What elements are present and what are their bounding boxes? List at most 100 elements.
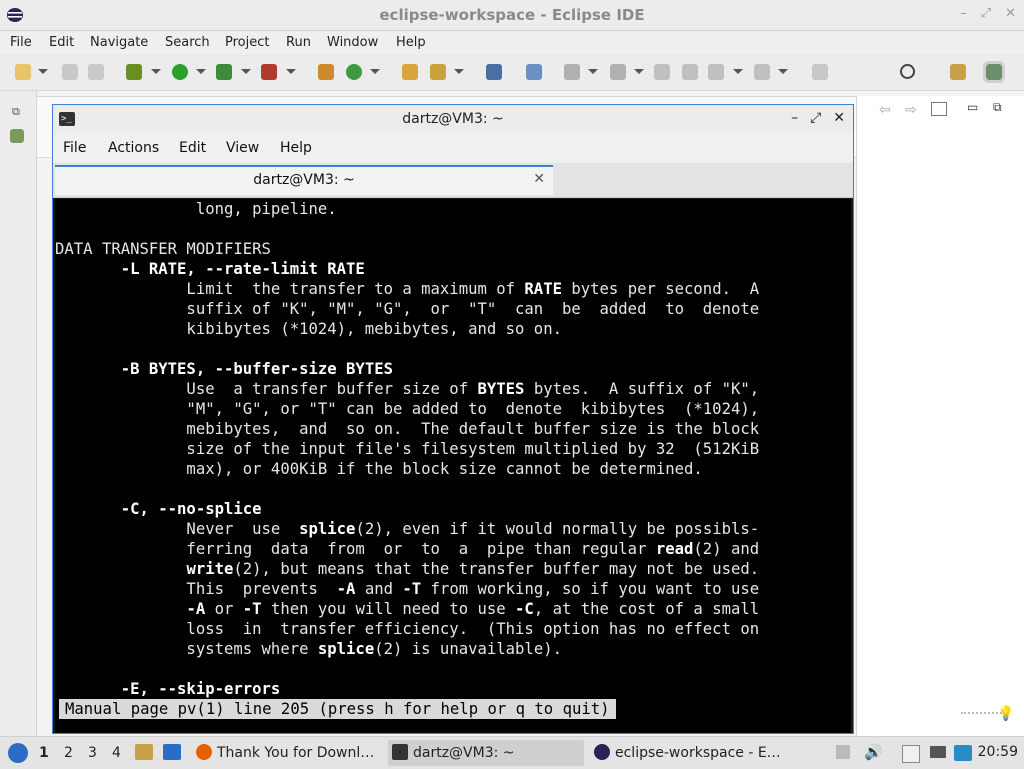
- close-tab-icon[interactable]: ✕: [533, 171, 545, 187]
- open-type-icon[interactable]: [402, 64, 418, 80]
- next-annotation-icon[interactable]: [564, 64, 580, 80]
- menu-run[interactable]: Run: [286, 35, 311, 50]
- man-page-text-segment: max), or 400KiB if the block size cannot…: [55, 460, 703, 478]
- java-perspective-icon[interactable]: [983, 61, 1005, 83]
- terminal-menu-help[interactable]: Help: [280, 140, 312, 156]
- network-icon[interactable]: [954, 745, 972, 761]
- clock[interactable]: 20:59: [978, 744, 1018, 760]
- terminal-menu-view[interactable]: View: [226, 140, 259, 156]
- dropdown-arrow-icon[interactable]: [634, 69, 644, 74]
- man-page-text-segment: from working, so if you want to use: [421, 580, 760, 598]
- maximize-icon[interactable]: ⤢: [810, 110, 821, 126]
- maximize-view-icon[interactable]: ⧉: [993, 100, 1002, 115]
- tip-lightbulb-icon[interactable]: 💡: [997, 706, 1014, 722]
- tray-scroll-icon[interactable]: [836, 745, 850, 759]
- dropdown-arrow-icon[interactable]: [454, 69, 464, 74]
- man-page-bold-text: -L RATE, --rate-limit RATE: [120, 260, 365, 278]
- dropdown-arrow-icon[interactable]: [151, 69, 161, 74]
- workspace-2[interactable]: 2: [64, 745, 73, 761]
- external-tools-icon[interactable]: [261, 64, 277, 80]
- terminal-output[interactable]: long, pipeline. DATA TRANSFER MODIFIERS -…: [55, 199, 851, 733]
- terminal-menu-actions[interactable]: Actions: [108, 140, 159, 156]
- man-page-text-segment: loss in transfer efficiency. (This optio…: [55, 620, 760, 638]
- start-menu-icon[interactable]: [8, 743, 28, 763]
- volume-icon[interactable]: 🔊: [864, 743, 883, 761]
- close-icon[interactable]: ✕: [833, 110, 845, 126]
- search-icon[interactable]: [900, 64, 915, 79]
- man-page-bold-text: -C: [515, 600, 534, 618]
- terminal-icon: [392, 744, 408, 760]
- menu-search[interactable]: Search: [165, 35, 210, 50]
- display-icon[interactable]: [930, 746, 946, 758]
- man-page-line: -B BYTES, --buffer-size BYTES: [55, 359, 393, 379]
- pin-editor-icon[interactable]: [812, 64, 828, 80]
- restore-icon[interactable]: ⧉: [12, 105, 20, 119]
- debug-icon[interactable]: [126, 64, 142, 80]
- menu-file[interactable]: File: [10, 35, 32, 50]
- dropdown-arrow-icon[interactable]: [38, 69, 48, 74]
- menu-window[interactable]: Window: [327, 35, 378, 50]
- man-page-line: suffix of "K", "M", "G", or "T" can be a…: [55, 299, 759, 319]
- menu-navigate[interactable]: Navigate: [90, 35, 148, 50]
- man-page-text-segment: DATA TRANSFER MODIFIERS: [55, 240, 271, 258]
- forward-edit-icon[interactable]: [682, 64, 698, 80]
- man-page-bold-text: read: [655, 540, 694, 558]
- task-eclipse[interactable]: eclipse-workspace - E…: [590, 740, 786, 766]
- man-page-text-segment: mebibytes, and so on. The default buffer…: [55, 420, 760, 438]
- eclipse-toolbar: [0, 56, 1024, 91]
- save-all-icon[interactable]: [88, 64, 104, 80]
- file-manager-icon[interactable]: [135, 744, 153, 760]
- maximize-icon[interactable]: ⤢: [981, 6, 991, 21]
- workspace-3[interactable]: 3: [88, 745, 97, 761]
- minimize-icon[interactable]: –: [791, 110, 798, 126]
- coverage-icon[interactable]: [216, 64, 232, 80]
- new-file-icon[interactable]: [15, 64, 31, 80]
- man-page-line: -E, --skip-errors: [55, 679, 281, 699]
- dropdown-arrow-icon[interactable]: [733, 69, 743, 74]
- man-page-text-segment: Never use: [55, 520, 300, 538]
- minimize-icon[interactable]: –: [960, 6, 967, 21]
- workspace-4[interactable]: 4: [112, 745, 121, 761]
- last-edit-icon[interactable]: [654, 64, 670, 80]
- terminal-menu-edit[interactable]: Edit: [179, 140, 206, 156]
- new-package-icon[interactable]: [318, 64, 334, 80]
- open-task-icon[interactable]: [430, 64, 446, 80]
- package-explorer-icon[interactable]: [10, 129, 24, 143]
- layout-icon[interactable]: [931, 102, 947, 116]
- task-terminal[interactable]: dartz@VM3: ~: [388, 740, 584, 766]
- menu-edit[interactable]: Edit: [49, 35, 74, 50]
- dropdown-arrow-icon[interactable]: [778, 69, 788, 74]
- man-page-text-segment: "M", "G", or "T" can be added to denote …: [55, 400, 760, 418]
- task-terminal-label: dartz@VM3: ~: [413, 745, 515, 761]
- run-icon[interactable]: [172, 64, 188, 80]
- clipboard-icon[interactable]: [902, 745, 920, 763]
- open-perspective-icon[interactable]: [950, 64, 966, 80]
- workspace-1[interactable]: 1: [39, 745, 49, 761]
- task-eclipse-label: eclipse-workspace - E…: [615, 745, 781, 761]
- task-firefox[interactable]: Thank You for Downl…: [192, 740, 382, 766]
- mark-occurrences-icon[interactable]: [526, 64, 542, 80]
- dropdown-arrow-icon[interactable]: [286, 69, 296, 74]
- minimize-view-icon[interactable]: ▭: [967, 100, 978, 114]
- close-icon[interactable]: ✕: [1005, 6, 1016, 21]
- dropdown-arrow-icon[interactable]: [196, 69, 206, 74]
- forward-arrow-icon[interactable]: ⇨: [905, 102, 917, 118]
- new-class-icon[interactable]: [346, 64, 362, 80]
- man-page-bold-text: -B BYTES, --buffer-size BYTES: [120, 360, 393, 378]
- back-arrow-icon[interactable]: ⇦: [879, 102, 891, 118]
- terminal-tab-label: dartz@VM3: ~: [253, 172, 355, 188]
- terminal-menu-file[interactable]: File: [63, 140, 86, 156]
- save-icon[interactable]: [62, 64, 78, 80]
- dropdown-arrow-icon[interactable]: [370, 69, 380, 74]
- back-icon[interactable]: [708, 64, 724, 80]
- man-page-line: DATA TRANSFER MODIFIERS: [55, 239, 271, 259]
- dropdown-arrow-icon[interactable]: [588, 69, 598, 74]
- menu-help[interactable]: Help: [396, 35, 426, 50]
- show-desktop-icon[interactable]: [163, 744, 181, 760]
- previous-annotation-icon[interactable]: [610, 64, 626, 80]
- terminal-tab[interactable]: dartz@VM3: ~ ✕: [55, 165, 553, 195]
- forward-icon[interactable]: [754, 64, 770, 80]
- dropdown-arrow-icon[interactable]: [241, 69, 251, 74]
- console-icon[interactable]: [486, 64, 502, 80]
- menu-project[interactable]: Project: [225, 35, 269, 50]
